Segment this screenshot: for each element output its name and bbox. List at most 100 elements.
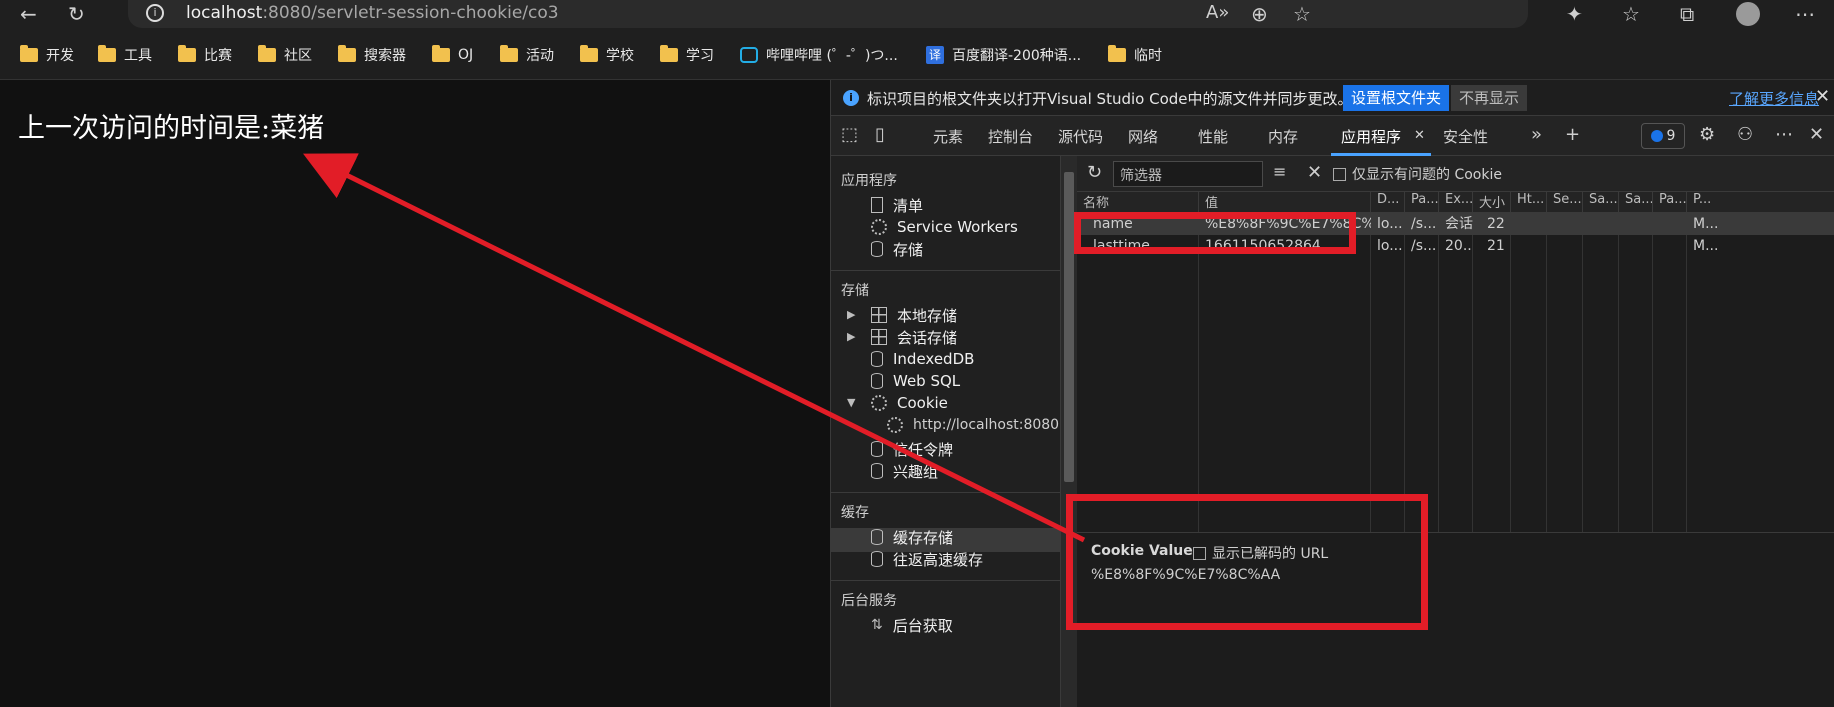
close-tab-icon[interactable]: ✕ bbox=[1414, 128, 1425, 143]
info-icon[interactable]: i bbox=[146, 4, 164, 22]
dont-show-again-button[interactable]: 不再显示 bbox=[1451, 85, 1528, 111]
scrollbar-thumb[interactable] bbox=[1064, 172, 1074, 482]
sidebar-item-interest-groups[interactable]: 兴趣组 bbox=[871, 460, 938, 482]
only-issues-checkbox[interactable]: 仅显示有问题的 Cookie bbox=[1333, 164, 1502, 184]
column-header[interactable]: 大小 bbox=[1473, 192, 1511, 213]
collapse-icon[interactable]: ▼ bbox=[847, 396, 855, 409]
column-header[interactable]: Ht... bbox=[1511, 192, 1547, 213]
delete-icon[interactable]: ✕ bbox=[1307, 162, 1322, 183]
database-icon bbox=[871, 241, 883, 257]
url-text[interactable]: localhost:8080/servletr-session-chookie/… bbox=[186, 3, 559, 23]
column-header[interactable]: Se... bbox=[1547, 192, 1583, 213]
bookmark-item[interactable]: 开发 bbox=[20, 44, 74, 66]
bookmark-item[interactable]: 比赛 bbox=[178, 44, 232, 66]
tab-elements[interactable]: 元素 bbox=[933, 126, 963, 147]
document-icon bbox=[871, 197, 883, 213]
clear-filter-icon[interactable]: ≡ bbox=[1273, 162, 1286, 181]
collections-icon[interactable]: ⧉ bbox=[1680, 2, 1694, 26]
customize-icon[interactable]: ⚇ bbox=[1737, 124, 1753, 145]
infobar-message: 标识项目的根文件夹以打开Visual Studio Code中的源文件并同步更改… bbox=[867, 90, 1353, 108]
bookmark-item[interactable]: 活动 bbox=[500, 44, 554, 66]
zoom-icon[interactable]: ⊕ bbox=[1251, 2, 1268, 26]
bookmark-item[interactable]: OJ bbox=[432, 44, 473, 66]
sidebar-item-background-fetch[interactable]: ⇅ 后台获取 bbox=[871, 614, 953, 636]
expand-icon[interactable]: ▶ bbox=[847, 330, 855, 343]
learn-more-link[interactable]: 了解更多信息 bbox=[1729, 88, 1819, 109]
bookmark-item[interactable]: 临时 bbox=[1108, 44, 1162, 66]
database-icon bbox=[871, 351, 883, 367]
column-header[interactable]: D... bbox=[1371, 192, 1405, 213]
tab-console[interactable]: 控制台 bbox=[988, 126, 1033, 147]
bookmark-item[interactable]: 社区 bbox=[258, 44, 312, 66]
tab-security[interactable]: 安全性 bbox=[1443, 126, 1488, 147]
refresh-icon[interactable]: ↻ bbox=[1087, 162, 1102, 183]
checkbox-icon[interactable] bbox=[1333, 167, 1346, 181]
sidebar-item-trust-tokens[interactable]: 信任令牌 bbox=[871, 438, 953, 460]
sidebar-item-cookie-origin[interactable]: http://localhost:8080 bbox=[887, 414, 1059, 436]
column-header[interactable]: 值 bbox=[1199, 192, 1371, 213]
issues-badge[interactable]: 9 bbox=[1641, 123, 1685, 149]
bookmark-item[interactable]: 工具 bbox=[98, 44, 152, 66]
folder-icon bbox=[580, 45, 598, 62]
more-icon[interactable]: ⋯ bbox=[1795, 2, 1815, 26]
column-header[interactable]: Pa... bbox=[1405, 192, 1439, 213]
expand-icon[interactable]: ▶ bbox=[847, 308, 855, 321]
tab-application[interactable]: 应用程序 bbox=[1341, 126, 1401, 147]
sidebar-item-web-sql[interactable]: Web SQL bbox=[871, 370, 960, 392]
settings-gear-icon[interactable]: ⚙ bbox=[1699, 124, 1715, 145]
folder-icon bbox=[432, 45, 450, 62]
close-devtools-icon[interactable]: ✕ bbox=[1809, 124, 1824, 145]
read-aloud-icon[interactable]: A» bbox=[1206, 2, 1229, 23]
sidebar-item-session-storage[interactable]: ▶ 会话存储 bbox=[847, 326, 957, 348]
add-favorite-icon[interactable]: ☆ bbox=[1293, 2, 1311, 26]
inspect-icon[interactable]: ⬚ bbox=[841, 124, 858, 145]
cell-domain: lo... bbox=[1377, 216, 1403, 232]
sidebar-item-indexeddb[interactable]: IndexedDB bbox=[871, 348, 974, 370]
close-icon[interactable]: ✕ bbox=[1815, 86, 1830, 107]
bookmark-item[interactable]: 搜索器 bbox=[338, 44, 406, 66]
filter-input[interactable]: 筛选器 bbox=[1113, 161, 1263, 187]
sidebar-item-local-storage[interactable]: ▶ 本地存储 bbox=[847, 304, 957, 326]
extensions-icon[interactable]: ✦ bbox=[1566, 2, 1583, 26]
folder-icon bbox=[660, 45, 678, 62]
issues-icon bbox=[1650, 130, 1663, 142]
bookmark-item[interactable]: 学习 bbox=[660, 44, 714, 66]
folder-icon bbox=[178, 45, 196, 62]
device-toolbar-icon[interactable]: ▯ bbox=[875, 124, 885, 145]
set-root-folder-button[interactable]: 设置根文件夹 bbox=[1343, 85, 1450, 111]
column-header[interactable]: Sa... bbox=[1583, 192, 1619, 213]
tab-memory[interactable]: 内存 bbox=[1268, 126, 1298, 147]
tab-network[interactable]: 网络 bbox=[1128, 126, 1158, 147]
sidebar-item-cache-storage[interactable]: 缓存存储 bbox=[871, 526, 953, 548]
column-header[interactable]: 名称 bbox=[1077, 192, 1199, 213]
browser-toolbar: ← ↻ i localhost:8080/servletr-session-ch… bbox=[0, 0, 1834, 28]
database-icon bbox=[871, 463, 883, 479]
column-header[interactable]: P... bbox=[1687, 192, 1834, 213]
sidebar-item-storage[interactable]: 存储 bbox=[871, 238, 923, 260]
sidebar-item-manifest[interactable]: 清单 bbox=[871, 194, 923, 216]
bookmark-item[interactable]: 译百度翻译-200种语... bbox=[926, 44, 1081, 66]
back-icon[interactable]: ← bbox=[20, 2, 37, 26]
sidebar-item-service-workers[interactable]: Service Workers bbox=[871, 216, 1018, 238]
add-tab-icon[interactable]: + bbox=[1565, 124, 1580, 145]
bookmark-item[interactable]: 学校 bbox=[580, 44, 634, 66]
tab-performance[interactable]: 性能 bbox=[1198, 126, 1228, 147]
more-tabs-icon[interactable]: » bbox=[1531, 124, 1542, 145]
column-header[interactable]: Pa... bbox=[1653, 192, 1687, 213]
sidebar-item-back-forward-cache[interactable]: 往返高速缓存 bbox=[871, 548, 983, 570]
more-options-icon[interactable]: ⋯ bbox=[1775, 124, 1793, 145]
refresh-icon[interactable]: ↻ bbox=[68, 2, 85, 26]
cell-expires: 20... bbox=[1445, 238, 1473, 254]
database-icon bbox=[871, 551, 883, 567]
annotation-box-cookie-value bbox=[1066, 494, 1428, 630]
annotation-box-name-row bbox=[1074, 212, 1356, 254]
favorites-icon[interactable]: ☆ bbox=[1622, 2, 1640, 26]
tab-sources[interactable]: 源代码 bbox=[1058, 126, 1103, 147]
address-bar[interactable]: i localhost:8080/servletr-session-chooki… bbox=[128, 0, 1528, 28]
sidebar-item-cookie[interactable]: ▼ Cookie bbox=[847, 392, 948, 414]
column-header[interactable]: Ex... bbox=[1439, 192, 1473, 213]
profile-avatar[interactable] bbox=[1736, 2, 1760, 26]
column-header[interactable]: Sa... bbox=[1619, 192, 1653, 213]
page-text: 上一次访问的时间是:菜猪 bbox=[18, 113, 325, 144]
bookmark-item[interactable]: 哔哩哔哩 (゜-゜)つ... bbox=[740, 44, 898, 66]
